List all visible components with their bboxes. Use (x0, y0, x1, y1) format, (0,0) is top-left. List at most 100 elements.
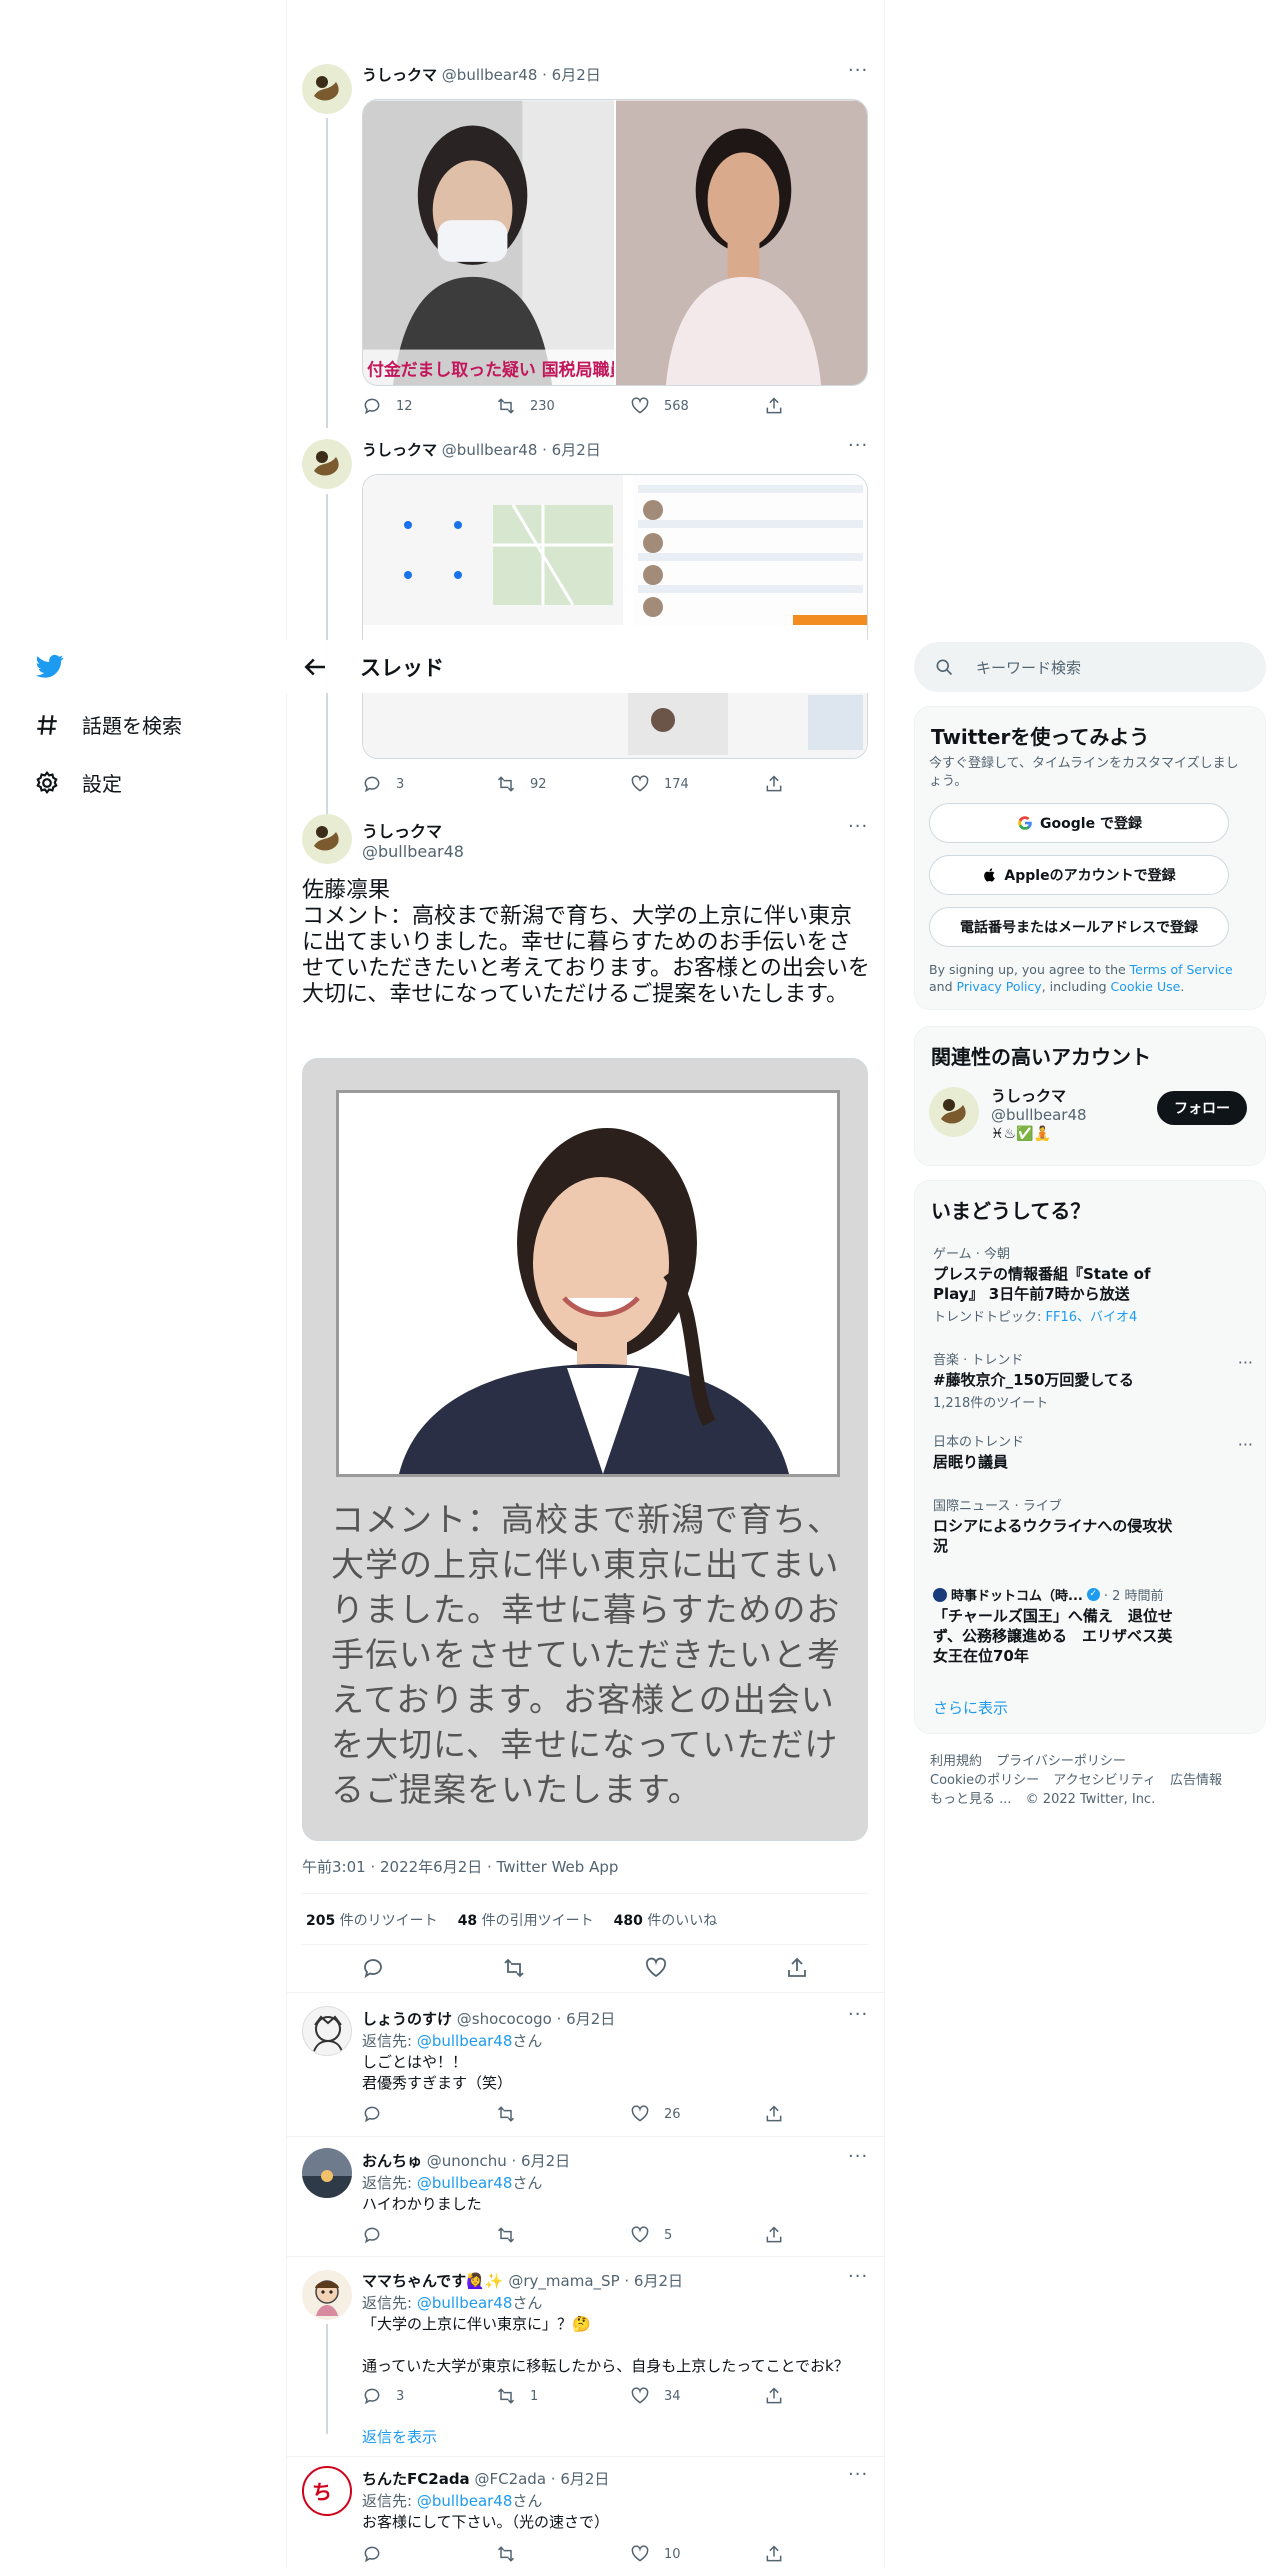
retweet-stat[interactable]: 205 件のリツイート (306, 1910, 438, 1930)
reply-author-handle[interactable]: @shococogo · 6月2日 (457, 2010, 615, 2028)
apple-signup-button[interactable]: Appleのアカウントで登録 (929, 855, 1229, 895)
more-options-icon[interactable]: ··· (1238, 1353, 1253, 1372)
tweet-author-handle[interactable]: @bullbear48 (362, 842, 464, 861)
more-options-icon[interactable]: ··· (848, 816, 868, 837)
more-options-icon[interactable]: ··· (848, 2146, 868, 2167)
tweet-header[interactable]: うしっクマ @bullbear48 · 6月2日 (362, 439, 601, 460)
like-stat[interactable]: 480 件のいいね (614, 1910, 718, 1930)
retweet-button[interactable]: 230 (496, 396, 630, 416)
main-tweet-author[interactable]: うしっクマ @bullbear48 (362, 818, 464, 861)
retweet-button[interactable]: 92 (496, 774, 630, 794)
avatar[interactable] (302, 2006, 352, 2056)
tweet-timestamp[interactable]: 午前3:01 · 2022年6月2日 · Twitter Web App (302, 1856, 618, 1877)
heart-icon[interactable] (644, 1956, 668, 1980)
replying-to-link[interactable]: @bullbear48 (417, 2294, 513, 2312)
reply-author-name[interactable]: しょうのすけ (362, 2010, 452, 2028)
reply-button[interactable]: 3 (362, 774, 496, 794)
like-button[interactable]: 5 (630, 2225, 764, 2245)
reply-author-name[interactable]: おんちゅ (362, 2152, 422, 2170)
main-tweet-image[interactable]: コメント：高校まで新潟で育ち、 大学の上京に伴い東京に出てまい りました。幸せに… (302, 1058, 868, 1841)
reply-author-name[interactable]: ちんたFC2ada (362, 2470, 470, 2488)
retweet-button[interactable] (496, 2104, 630, 2124)
tweet-author-handle[interactable]: @bullbear48 · 6月2日 (442, 441, 601, 459)
reply-button[interactable] (362, 2544, 496, 2564)
reply-author-handle[interactable]: @FC2ada · 6月2日 (474, 2470, 609, 2488)
retweet-button[interactable] (496, 2544, 630, 2564)
like-button[interactable]: 34 (630, 2386, 764, 2406)
avatar[interactable] (302, 2148, 352, 2198)
trend-item[interactable]: 時事ドットコム（時... ✓ · 2 時間前 「チャールズ国王」へ備え 退位せず… (933, 1585, 1253, 1666)
replying-to-link[interactable]: @bullbear48 (417, 2032, 513, 2050)
share-button[interactable] (764, 2225, 898, 2245)
reply-button[interactable]: 3 (362, 2386, 496, 2406)
back-arrow-icon[interactable] (300, 652, 330, 682)
trend-item[interactable]: 日本のトレンド 居眠り議員 ··· (933, 1431, 1253, 1472)
avatar[interactable] (302, 814, 352, 864)
avatar[interactable] (929, 1087, 979, 1137)
phone-email-signup-button[interactable]: 電話番号またはメールアドレスで登録 (929, 907, 1229, 947)
reply-header[interactable]: しょうのすけ @shococogo · 6月2日 (362, 2008, 615, 2029)
trend-topic-links[interactable]: FF16、バイオ4 (1046, 1310, 1138, 1325)
nav-explore[interactable]: 話題を検索 (34, 710, 182, 739)
share-button[interactable] (764, 2104, 898, 2124)
more-options-icon[interactable]: ··· (1238, 1435, 1253, 1454)
show-replies-link[interactable]: 返信を表示 (362, 2426, 437, 2447)
avatar[interactable] (302, 439, 352, 489)
reply-header[interactable]: ママちゃんです🙋‍♀️✨ @ry_mama_SP · 6月2日 (362, 2270, 683, 2291)
tweet-photo[interactable]: 付金だまし取った疑い 国税局職員 (362, 99, 868, 386)
quote-stat[interactable]: 48 件の引用ツイート (458, 1910, 594, 1930)
trend-item[interactable]: ゲーム · 今朝 プレステの情報番組『State of Play』 3日午前7時… (933, 1243, 1253, 1325)
twitter-logo-icon[interactable] (34, 652, 66, 680)
footer-link[interactable]: Cookieのポリシー (930, 1773, 1039, 1788)
share-button[interactable] (764, 774, 898, 794)
more-options-icon[interactable]: ··· (848, 2004, 868, 2025)
tweet-screenshot-image[interactable] (362, 474, 868, 759)
replying-to-link[interactable]: @bullbear48 (417, 2174, 513, 2192)
more-options-icon[interactable]: ··· (848, 2464, 868, 2485)
footer-link[interactable]: プライバシーポリシー (996, 1754, 1126, 1769)
search-box[interactable]: キーワード検索 (914, 642, 1266, 692)
avatar[interactable] (302, 64, 352, 114)
reply-author-name[interactable]: ママちゃんです🙋‍♀️✨ (362, 2272, 504, 2290)
reply-button[interactable]: 12 (362, 396, 496, 416)
reply-icon[interactable] (361, 1956, 385, 1980)
tweet-header[interactable]: うしっクマ @bullbear48 · 6月2日 (362, 64, 601, 85)
reply-button[interactable] (362, 2104, 496, 2124)
cookie-link[interactable]: Cookie Use (1111, 979, 1181, 994)
more-options-icon[interactable]: ··· (848, 435, 868, 456)
replying-to-link[interactable]: @bullbear48 (417, 2492, 513, 2510)
reply-header[interactable]: おんちゅ @unonchu · 6月2日 (362, 2150, 570, 2171)
related-account-name[interactable]: うしっクマ (991, 1087, 1087, 1106)
footer-link[interactable]: もっと見る ... (930, 1792, 1012, 1807)
like-button[interactable]: 10 (630, 2544, 764, 2564)
retweet-icon[interactable] (502, 1956, 526, 1980)
like-button[interactable]: 26 (630, 2104, 764, 2124)
share-button[interactable] (764, 2386, 898, 2406)
retweet-button[interactable]: 1 (496, 2386, 630, 2406)
terms-link[interactable]: Terms of Service (1130, 962, 1233, 977)
trend-item[interactable]: 音楽 · トレンド #藤牧京介_150万回愛してる 1,218件のツイート ··… (933, 1349, 1253, 1411)
share-button[interactable] (764, 2544, 898, 2564)
footer-link[interactable]: 利用規約 (930, 1754, 982, 1769)
tweet-author-name[interactable]: うしっクマ (362, 66, 437, 84)
footer-link[interactable]: 広告情報 (1170, 1773, 1222, 1788)
related-account-handle[interactable]: @bullbear48 (991, 1106, 1087, 1125)
footer-link[interactable]: アクセシビリティ (1053, 1773, 1156, 1788)
follow-button[interactable]: フォロー (1157, 1091, 1247, 1125)
tweet-author-name[interactable]: うしっクマ (362, 441, 437, 459)
like-button[interactable]: 568 (630, 396, 764, 416)
avatar[interactable] (302, 2270, 352, 2320)
reply-author-handle[interactable]: @ry_mama_SP · 6月2日 (508, 2272, 683, 2290)
related-account-info[interactable]: うしっクマ @bullbear48 ♓♨✅🧘 (991, 1087, 1087, 1144)
tweet-author-handle[interactable]: @bullbear48 · 6月2日 (442, 66, 601, 84)
like-button[interactable]: 174 (630, 774, 764, 794)
reply-author-handle[interactable]: @unonchu · 6月2日 (427, 2152, 570, 2170)
retweet-button[interactable] (496, 2225, 630, 2245)
more-options-icon[interactable]: ··· (848, 2266, 868, 2287)
privacy-link[interactable]: Privacy Policy (957, 979, 1042, 994)
reply-header[interactable]: ちんたFC2ada @FC2ada · 6月2日 (362, 2468, 609, 2489)
reply-button[interactable] (362, 2225, 496, 2245)
trend-item[interactable]: 国際ニュース · ライブ ロシアによるウクライナへの侵攻状況 (933, 1495, 1253, 1556)
avatar[interactable]: ち (302, 2466, 352, 2516)
tweet-author-name[interactable]: うしっクマ (362, 822, 442, 841)
